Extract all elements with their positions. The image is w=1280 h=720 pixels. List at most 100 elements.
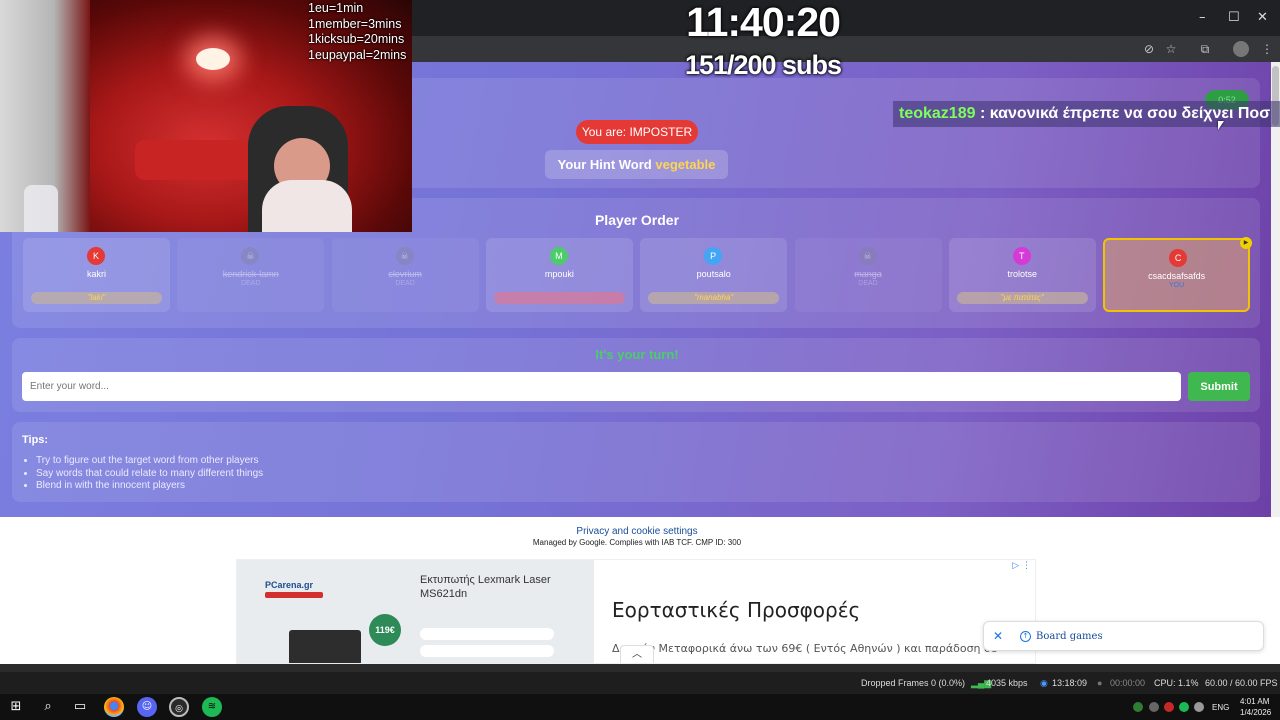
search-icon[interactable]: ⌕ (38, 697, 58, 717)
player-name: csacdsafsafds (1148, 271, 1206, 281)
tray-app-icon[interactable] (1149, 702, 1159, 712)
spotify-icon[interactable]: ≋ (202, 697, 222, 717)
ad-product-name: Εκτυπωτής Lexmark Laser MS621dn (420, 574, 551, 600)
close-icon[interactable]: ✕ (993, 629, 1003, 643)
ad-price-badge: 119€ (369, 614, 401, 646)
minimize-icon[interactable]: – (1199, 10, 1206, 26)
mouse-cursor-icon (1218, 121, 1224, 130)
player-name: clevrium (388, 269, 422, 279)
menu-kebab-icon[interactable]: ⋮ (1259, 41, 1275, 57)
fps: 60.00 / 60.00 FPS (1205, 678, 1278, 688)
role-badge: You are: IMPOSTER (576, 120, 698, 144)
player-avatar: K (87, 247, 105, 265)
page-scrollbar[interactable] (1271, 62, 1280, 517)
ad-headline[interactable]: Εορταστικές Προσφορές (612, 598, 860, 622)
board-games-label: Board games (1036, 631, 1103, 642)
ad-brand-tag (265, 592, 323, 598)
printer-image (289, 630, 361, 663)
stream-icon: ◉ (1040, 678, 1048, 688)
privacy-settings-link[interactable]: Privacy and cookie settings (500, 526, 774, 537)
player-card: Mmpouki (485, 238, 633, 312)
obs-dock-strip (0, 664, 1280, 672)
player-word: "manabha" (648, 292, 780, 304)
subathon-timer: 11:40:20 (686, 0, 841, 45)
webcam-bottle (24, 185, 58, 232)
discord-icon[interactable]: ☺ (137, 697, 157, 717)
player-status: DEAD (395, 280, 415, 287)
info-icon: ↑ (1020, 631, 1031, 642)
ad-image[interactable]: PCarena.gr Εκτυπωτής Lexmark Laser MS621… (237, 560, 594, 663)
wifi-icon[interactable] (1194, 702, 1204, 712)
bitrate: 4035 kbps (986, 678, 1028, 688)
rate-line: 1member=3mins (308, 16, 402, 31)
extensions-icon[interactable]: ⧉ (1197, 41, 1213, 57)
board-games-chip[interactable]: ✕ ↑ Board games (983, 621, 1264, 651)
player-name: mpouki (544, 269, 574, 279)
rate-line: 1eupaypal=2mins (308, 47, 407, 62)
tray-app-icon[interactable] (1133, 702, 1143, 712)
stream-time: 13:18:09 (1052, 678, 1088, 688)
player-word (493, 292, 625, 304)
player-card: ☠ manga DEAD (794, 238, 942, 312)
language-indicator[interactable]: ENG (1212, 703, 1229, 712)
donation-rates: 1eu=1min 1member=3mins 1kicksub=20mins 1… (308, 1, 406, 63)
player-avatar: T (1012, 247, 1031, 265)
tray-spotify-icon[interactable] (1179, 702, 1189, 712)
tip-item: Try to figure out the target word from o… (36, 455, 263, 468)
close-window-icon[interactable]: ✕ (1257, 10, 1268, 26)
chevron-up-icon[interactable]: ︿ (620, 645, 654, 663)
webcam-lamp (196, 48, 230, 70)
hint-label: Your Hint Word (557, 157, 652, 172)
windows-start-icon[interactable]: ⊞ (6, 697, 26, 717)
player-order-title: Player Order (594, 212, 680, 228)
chat-username: teokaz189 (899, 105, 976, 122)
tip-item: Blend in with the innocent players (36, 480, 263, 493)
taskbar: ⊞ ⌕ ▭ ☺ ◎ ≋ (0, 694, 1280, 720)
player-word: "laki" (31, 292, 162, 304)
dropped-frames: Dropped Frames 0 (0.0%) (861, 678, 966, 688)
hint-word: vegetable (655, 157, 716, 172)
rate-line: 1kicksub=20mins (308, 32, 405, 46)
word-input[interactable] (22, 372, 1181, 401)
webcam-blanket (262, 180, 352, 232)
player-avatar: M (549, 247, 568, 265)
tip-item: Say words that could relate to many diff… (36, 468, 263, 481)
ad-feature-row (420, 645, 554, 657)
player-card: Ppoutsalo "manabha" (640, 238, 788, 312)
player-name: trolotse (1007, 269, 1038, 279)
player-status: DEAD (241, 280, 261, 287)
player-avatar: C (1169, 249, 1188, 267)
player-name: poutsalo (696, 269, 731, 279)
bookmark-star-icon[interactable]: ☆ (1163, 41, 1179, 57)
maximize-icon[interactable]: ☐ (1228, 10, 1240, 26)
task-view-icon[interactable]: ▭ (70, 697, 90, 717)
obs-icon[interactable]: ◎ (169, 697, 189, 717)
obs-status-bar: Dropped Frames 0 (0.0%) ▂▄▆ 4035 kbps ◉ … (0, 672, 1280, 694)
player-card: Kkakri "laki" (23, 238, 170, 312)
player-card: Ttrolotse "με πατάτες" (948, 238, 1096, 312)
skull-icon: ☠ (858, 247, 877, 265)
player-word: "με πατάτες" (956, 292, 1088, 304)
submit-button[interactable]: Submit (1188, 372, 1250, 401)
tips-title: Tips: (22, 434, 49, 446)
ad-choices-icon[interactable]: ▷ ⋮ (1012, 561, 1031, 571)
tips-list: Try to figure out the target word from o… (36, 455, 263, 493)
current-turn-indicator-icon: ▶ (1240, 237, 1252, 249)
profile-icon[interactable] (1233, 41, 1249, 57)
skull-icon: ☠ (395, 247, 414, 265)
clock-time[interactable]: 4:01 AM (1240, 697, 1269, 706)
camera-blocked-icon[interactable]: ⊘ (1141, 41, 1157, 57)
rate-line: 1eu=1min (308, 1, 364, 15)
record-icon: ● (1097, 678, 1103, 688)
tray-app-icon[interactable] (1164, 702, 1174, 712)
player-card: ☠ kendrick-lamn DEAD (177, 238, 325, 312)
chat-text: : κανονικά έπρεπε να σου δείχνει Ποσ (975, 105, 1271, 122)
turn-status: It's your turn! (595, 347, 679, 362)
ad-description: Δωρεάν Μεταφορικά άνω των 69€ ( Εντός Αθ… (612, 642, 997, 655)
chrome-icon[interactable] (104, 697, 124, 717)
skull-icon: ☠ (241, 247, 260, 265)
clock-date[interactable]: 1/4/2026 (1240, 708, 1271, 717)
record-time: 00:00:00 (1110, 678, 1146, 688)
player-avatar: P (704, 247, 723, 265)
player-name: manga (854, 269, 882, 279)
